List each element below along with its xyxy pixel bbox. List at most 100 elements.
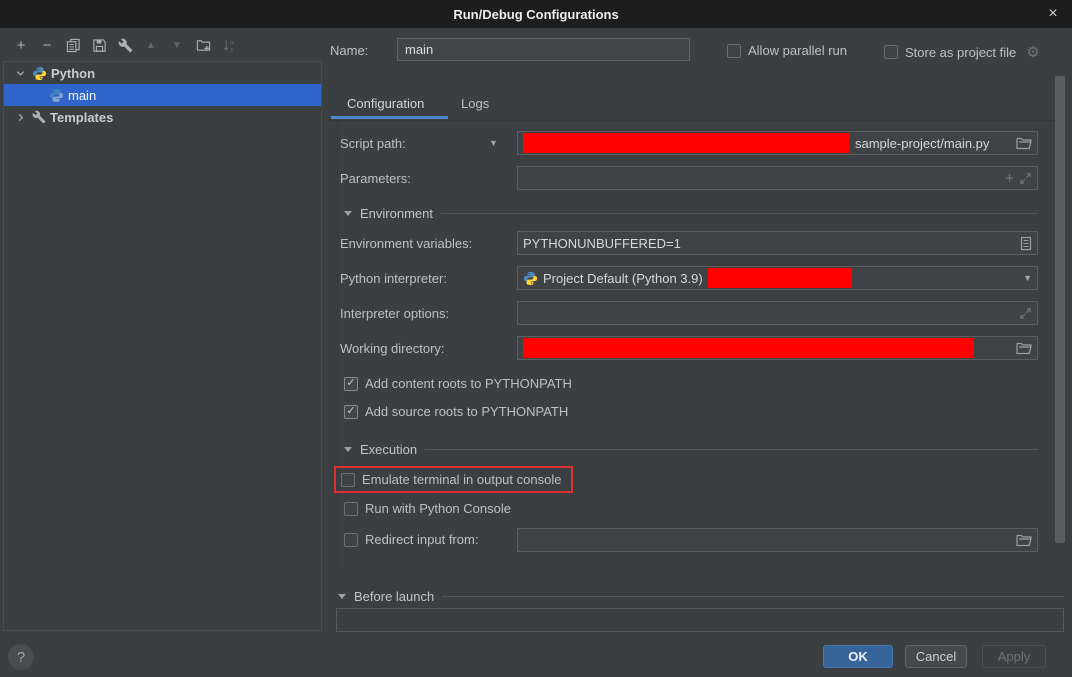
python-interpreter-select[interactable]: Project Default (Python 3.9) ▼ <box>517 266 1038 290</box>
tree-item-label: main <box>68 88 96 103</box>
parameters-input[interactable]: + <box>517 166 1038 190</box>
tab-content-divider <box>330 120 1066 121</box>
create-folder-button[interactable] <box>190 33 216 57</box>
svg-text:a: a <box>229 39 233 46</box>
section-environment[interactable]: Environment <box>344 206 1038 221</box>
section-label: Before launch <box>354 589 434 604</box>
browse-folder-icon[interactable] <box>1016 342 1032 355</box>
chevron-down-icon[interactable] <box>12 68 28 79</box>
section-execution[interactable]: Execution <box>344 442 1038 457</box>
gear-icon[interactable]: ⚙ <box>1026 43 1039 61</box>
red-highlight-annotation: Emulate terminal in output console <box>334 466 573 493</box>
working-directory-input[interactable] <box>517 336 1038 360</box>
environment-variables-value: PYTHONUNBUFFERED=1 <box>523 236 681 251</box>
working-directory-label: Working directory: <box>340 341 445 356</box>
sort-az-icon: a z <box>222 38 237 53</box>
interpreter-options-input[interactable] <box>517 301 1038 325</box>
name-label: Name: <box>330 43 368 58</box>
edit-variables-icon[interactable] <box>1020 236 1032 251</box>
remove-configuration-button[interactable]: − <box>34 33 60 57</box>
plus-icon: + <box>17 37 26 54</box>
section-collapse-icon <box>344 447 352 452</box>
edit-templates-button[interactable] <box>112 33 138 57</box>
copy-configuration-button[interactable] <box>60 33 86 57</box>
python-icon <box>49 88 64 103</box>
tree-item-label: Python <box>51 66 95 81</box>
tree-item-label: Templates <box>50 110 113 125</box>
copy-icon <box>66 38 81 53</box>
section-label: Environment <box>360 206 433 221</box>
section-divider <box>425 449 1038 450</box>
python-interpreter-value: Project Default (Python 3.9) <box>543 271 703 286</box>
minus-icon: − <box>43 37 52 54</box>
move-up-button[interactable]: ▲ <box>138 33 164 57</box>
chevron-right-icon[interactable] <box>12 112 28 123</box>
browse-folder-icon[interactable] <box>1016 137 1032 150</box>
configurations-tree: Python main Templates <box>3 61 322 631</box>
run-with-python-console-checkbox[interactable] <box>344 502 358 516</box>
script-path-label: Script path: <box>340 136 406 151</box>
apply-button[interactable]: Apply <box>982 645 1046 668</box>
new-folder-icon <box>196 38 211 53</box>
environment-variables-input[interactable]: PYTHONUNBUFFERED=1 <box>517 231 1038 255</box>
store-as-project-file-checkbox[interactable] <box>884 45 898 59</box>
environment-variables-label: Environment variables: <box>340 236 472 251</box>
dropdown-arrow-icon[interactable]: ▼ <box>1023 273 1032 283</box>
redirect-input-checkbox-row[interactable]: Redirect input from: <box>344 532 478 547</box>
browse-folder-icon[interactable] <box>1016 534 1032 547</box>
run-debug-configurations-dialog: Run/Debug Configurations × + − ▲ ▼ <box>0 0 1072 677</box>
cancel-button[interactable]: Cancel <box>905 645 967 668</box>
script-path-switch-icon[interactable]: ▼ <box>489 138 498 148</box>
title-bar: Run/Debug Configurations × <box>0 0 1072 28</box>
tab-configuration[interactable]: Configuration <box>347 96 424 111</box>
close-icon[interactable]: × <box>1043 4 1063 24</box>
expand-field-icon[interactable] <box>1019 307 1032 320</box>
python-interpreter-label: Python interpreter: <box>340 271 447 286</box>
expand-field-icon[interactable] <box>1019 172 1032 185</box>
emulate-terminal-checkbox-row[interactable]: Emulate terminal in output console <box>341 472 561 487</box>
arrow-down-icon: ▼ <box>172 40 182 51</box>
tree-item-python-group[interactable]: Python <box>4 62 321 84</box>
add-content-roots-checkbox-row[interactable]: ✓ Add content roots to PYTHONPATH <box>344 376 572 391</box>
add-source-roots-checkbox-row[interactable]: ✓ Add source roots to PYTHONPATH <box>344 404 568 419</box>
save-icon <box>92 38 107 53</box>
script-path-input[interactable]: sample-project/main.py <box>517 131 1038 155</box>
section-before-launch[interactable]: Before launch <box>338 589 1064 604</box>
ok-button[interactable]: OK <box>823 645 893 668</box>
parameters-label: Parameters: <box>340 171 411 186</box>
add-macro-icon[interactable]: + <box>1005 170 1014 187</box>
move-down-button[interactable]: ▼ <box>164 33 190 57</box>
allow-parallel-run-checkbox-row[interactable]: Allow parallel run <box>727 43 847 58</box>
name-input[interactable]: main <box>397 38 690 61</box>
help-button[interactable]: ? <box>8 644 34 670</box>
wrench-icon <box>118 38 133 53</box>
redirect-input-checkbox[interactable] <box>344 533 358 547</box>
add-content-roots-checkbox[interactable]: ✓ <box>344 377 358 391</box>
run-with-python-console-checkbox-row[interactable]: Run with Python Console <box>344 501 511 516</box>
section-collapse-icon <box>344 211 352 216</box>
allow-parallel-run-checkbox[interactable] <box>727 44 741 58</box>
tree-item-templates-group[interactable]: Templates <box>4 106 321 128</box>
add-configuration-button[interactable]: + <box>8 33 34 57</box>
dialog-title: Run/Debug Configurations <box>453 7 618 22</box>
add-source-roots-checkbox[interactable]: ✓ <box>344 405 358 419</box>
redirect-input-file-input[interactable] <box>517 528 1038 552</box>
emulate-terminal-checkbox[interactable] <box>341 473 355 487</box>
emulate-terminal-label: Emulate terminal in output console <box>362 472 561 487</box>
wrench-icon <box>32 110 46 124</box>
redaction-block <box>523 338 974 358</box>
save-configuration-button[interactable] <box>86 33 112 57</box>
allow-parallel-run-label: Allow parallel run <box>748 43 847 58</box>
redirect-input-label: Redirect input from: <box>365 532 478 547</box>
before-launch-task-list[interactable] <box>336 608 1064 632</box>
check-icon: ✓ <box>346 406 355 417</box>
sort-configurations-button[interactable]: a z <box>216 33 242 57</box>
tab-logs[interactable]: Logs <box>461 96 489 111</box>
vertical-scrollbar-thumb[interactable] <box>1055 76 1065 543</box>
section-label: Execution <box>360 442 417 457</box>
check-icon: ✓ <box>346 378 355 389</box>
store-as-project-file-checkbox-row[interactable]: Store as project file ⚙ <box>884 43 1040 61</box>
tree-item-main-config[interactable]: main <box>4 84 321 106</box>
section-divider <box>441 213 1038 214</box>
section-collapse-icon <box>338 594 346 599</box>
